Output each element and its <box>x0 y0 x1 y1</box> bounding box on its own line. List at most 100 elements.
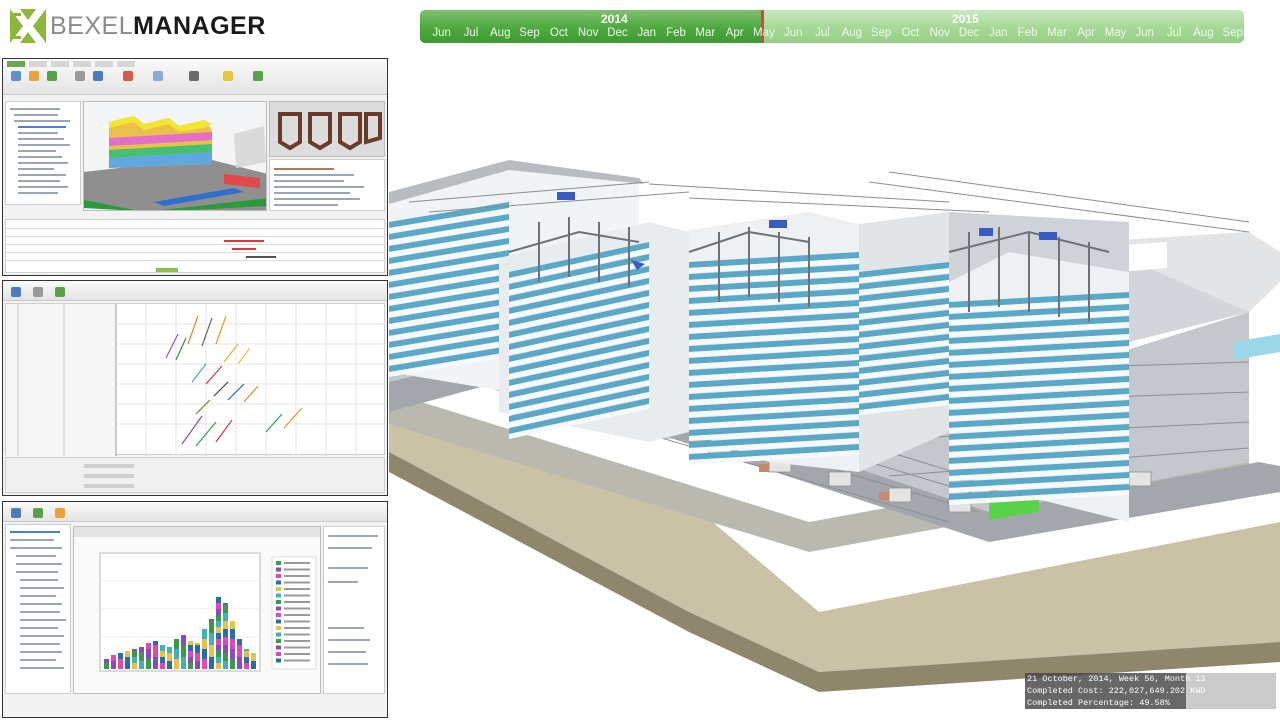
toolbar-ribbon[interactable] <box>3 59 387 95</box>
legend-swatch <box>276 639 281 643</box>
brand-name-part1: BEXEL <box>50 11 134 40</box>
viewport-plan-view[interactable] <box>269 101 385 157</box>
timeline-month[interactable]: Jul <box>456 27 485 39</box>
timeline-month[interactable]: Nov <box>573 27 602 39</box>
timeline-month[interactable]: Mar <box>691 27 720 39</box>
timeline-month[interactable]: Aug <box>837 27 866 39</box>
legend-swatch <box>276 593 281 598</box>
schedule-timeline[interactable]: 2014 2015 Jun Jul Aug Sep Oct Nov Dec Jan Feb Mar… <box>420 10 1244 43</box>
status-cost-line: Completed Cost: 222,027,649.202 KWD <box>1027 686 1206 696</box>
legend-swatch <box>276 613 281 617</box>
timeline-month[interactable]: May <box>1101 27 1130 39</box>
timeline-month[interactable]: Jun <box>779 27 808 39</box>
cost-bar-segment <box>244 663 249 669</box>
building-3d-model[interactable] <box>389 52 1280 720</box>
model-tree[interactable] <box>5 101 81 205</box>
cost-bar-segment <box>216 609 221 615</box>
cost-bar-segment <box>104 663 109 669</box>
legend-swatch <box>276 652 281 656</box>
model-preview-graphic <box>84 116 266 210</box>
cost-bar-segment <box>139 653 144 661</box>
timeline-month[interactable]: Oct <box>544 27 573 39</box>
cost-bar-segment <box>188 657 193 663</box>
timeline-year-2015: 2015 <box>952 12 979 26</box>
cost-bar-segment <box>216 639 221 645</box>
toolbar-ribbon-3[interactable] <box>3 502 387 522</box>
timeline-month[interactable]: Aug <box>486 27 515 39</box>
cost-bar-segment <box>132 649 137 651</box>
cost-bar-segment <box>174 639 179 649</box>
cost-bar-segment <box>167 647 172 653</box>
cost-bar-segment <box>181 635 186 645</box>
cost-items-list[interactable] <box>323 526 385 694</box>
timeline-month[interactable]: Nov <box>925 27 954 39</box>
legend-text-line <box>284 653 310 655</box>
cost-bar-segment <box>125 651 130 657</box>
legend-swatch <box>276 561 281 565</box>
timeline-month[interactable]: Dec <box>603 27 632 39</box>
legend-text-line <box>284 562 310 564</box>
cost-bar-segment <box>209 633 214 645</box>
timeline-month[interactable]: Sep <box>1218 27 1244 39</box>
linear-schedule-chart[interactable] <box>5 303 386 456</box>
legend-swatch <box>276 587 281 591</box>
brand-name: BEXELMANAGER <box>50 12 266 41</box>
legend-text-line <box>284 607 310 610</box>
cost-bar-segment <box>216 651 221 657</box>
legend-text-line <box>284 620 310 623</box>
timeline-month[interactable]: Feb <box>661 27 690 39</box>
cost-chart-window[interactable] <box>73 526 321 694</box>
cost-bar-segment <box>223 645 228 653</box>
viewport-3d-small[interactable] <box>83 101 267 211</box>
cost-bar-segment <box>132 663 137 669</box>
timeline-month[interactable]: Jun <box>427 27 456 39</box>
cost-bar-segment <box>174 649 179 659</box>
timeline-month[interactable]: Jun <box>1130 27 1159 39</box>
cost-bar-segment <box>160 663 165 669</box>
cost-bar-segment <box>139 661 144 669</box>
timeline-month[interactable]: Oct <box>896 27 925 39</box>
cost-bar-segment <box>118 659 123 669</box>
cost-bar-segment <box>146 643 151 649</box>
timeline-month[interactable]: Sep <box>515 27 544 39</box>
timeline-month[interactable]: Sep <box>866 27 895 39</box>
cost-bar-segment <box>181 645 186 657</box>
schedule-table[interactable] <box>5 219 386 273</box>
cost-bar-segment <box>167 661 172 669</box>
cost-bar-segment <box>209 645 214 657</box>
timeline-month[interactable]: Mar <box>1042 27 1071 39</box>
properties-list[interactable] <box>269 159 385 211</box>
cost-bar-segment <box>223 637 228 645</box>
app-screen: BEXELMANAGER 2014 2015 Jun Jul Aug Sep Oct No… <box>0 0 1280 720</box>
timeline-month[interactable]: Aug <box>1189 27 1218 39</box>
timeline-month[interactable]: May <box>749 27 778 39</box>
timeline-month[interactable]: Feb <box>1013 27 1042 39</box>
timeline-month[interactable]: Jul <box>1159 27 1188 39</box>
timeline-months: Jun Jul Aug Sep Oct Nov Dec Jan Feb Mar Apr May Jun J… <box>427 27 1244 39</box>
cost-bar-segment <box>230 639 235 649</box>
cost-bar-segment <box>195 643 200 645</box>
cost-bar-segment <box>237 645 242 657</box>
timeline-month[interactable]: Jul <box>808 27 837 39</box>
timeline-month[interactable]: Jan <box>984 27 1013 39</box>
toolbar-ribbon-2[interactable] <box>3 281 387 301</box>
bexel-logo-icon <box>10 9 46 43</box>
timeline-month[interactable]: Jan <box>632 27 661 39</box>
cost-bar-segment <box>209 619 214 621</box>
cost-bar-segment <box>216 621 221 627</box>
cost-bar-segment <box>153 657 158 669</box>
legend-text-line <box>284 594 310 597</box>
legend-text-line <box>284 601 310 603</box>
cost-bar-segment <box>195 653 200 661</box>
cost-bar-segment <box>118 653 123 659</box>
timeline-month[interactable]: Dec <box>954 27 983 39</box>
properties-panel-2[interactable] <box>5 457 385 493</box>
brand-name-part2: MANAGER <box>133 11 266 40</box>
cost-bar-segment <box>244 649 249 651</box>
timeline-month[interactable]: Apr <box>720 27 749 39</box>
cost-bar-segment <box>244 657 249 663</box>
cost-bar-segment <box>188 663 193 669</box>
cost-tree[interactable] <box>5 524 71 694</box>
timeline-month[interactable]: Apr <box>1072 27 1101 39</box>
cost-bar-segment <box>195 661 200 669</box>
